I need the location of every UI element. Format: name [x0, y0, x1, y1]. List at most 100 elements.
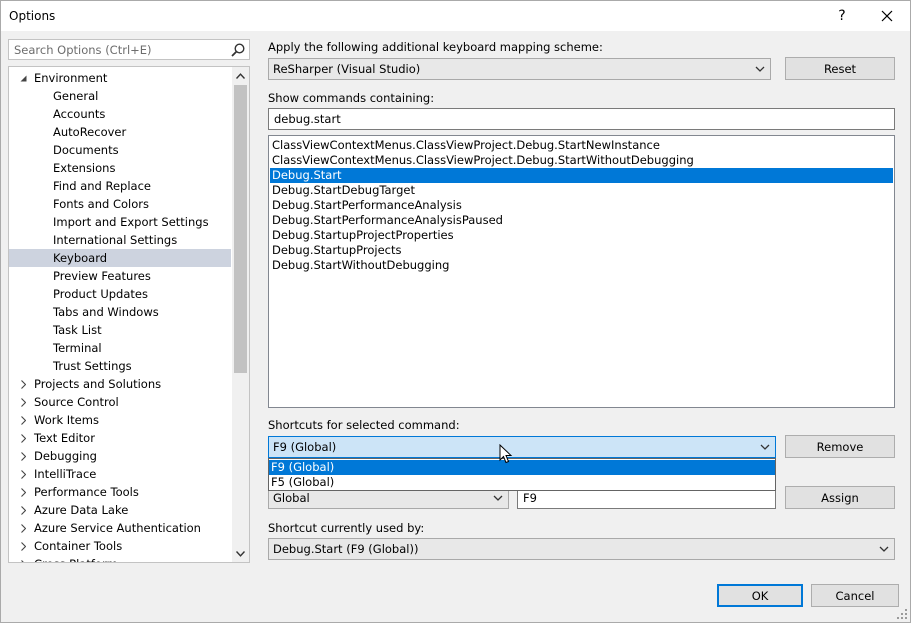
tree-item[interactable]: International Settings	[9, 231, 231, 249]
options-tree[interactable]: Environment General Accounts AutoRecover Doc…	[8, 66, 250, 563]
chevron-down-icon	[493, 495, 503, 501]
command-list-item[interactable]: ClassViewContextMenus.ClassViewProject.D…	[270, 153, 893, 168]
tree-item[interactable]: Cross Platform	[9, 555, 231, 562]
title-bar[interactable]: Options ?	[1, 1, 910, 31]
tree-item-label: Find and Replace	[53, 179, 151, 193]
resize-grip-icon[interactable]	[896, 608, 908, 620]
shortcuts-select[interactable]: F9 (Global)	[268, 436, 776, 458]
chevron-down-icon	[755, 66, 765, 72]
tree-item[interactable]: Documents	[9, 141, 231, 159]
tree-item[interactable]: IntelliTrace	[9, 465, 231, 483]
tree-item[interactable]: Azure Data Lake	[9, 501, 231, 519]
chevron-up-icon	[236, 72, 245, 79]
scroll-thumb[interactable]	[234, 85, 247, 373]
caret-right-icon[interactable]	[18, 537, 28, 555]
tree-item-label: Azure Data Lake	[34, 503, 129, 517]
window-title: Options	[9, 9, 56, 23]
caret-right-icon[interactable]	[18, 429, 28, 447]
tree-item-label: Text Editor	[34, 431, 95, 445]
tree-item[interactable]: Terminal	[9, 339, 231, 357]
command-filter-input[interactable]: debug.start	[268, 108, 895, 130]
command-list-item[interactable]: Debug.Start	[270, 168, 893, 183]
tree-item[interactable]: Product Updates	[9, 285, 231, 303]
caret-down-icon[interactable]	[18, 69, 28, 87]
shortcut-option[interactable]: F9 (Global)	[269, 460, 775, 475]
command-list-item[interactable]: ClassViewContextMenus.ClassViewProject.D…	[270, 138, 893, 153]
command-list-item[interactable]: Debug.StartDebugTarget	[270, 183, 893, 198]
command-filter-value: debug.start	[274, 112, 341, 126]
tree-item[interactable]: Preview Features	[9, 267, 231, 285]
command-list-item[interactable]: Debug.StartWithoutDebugging	[270, 258, 893, 273]
tree-item-label: Keyboard	[53, 251, 108, 265]
tree-item[interactable]: Container Tools	[9, 537, 231, 555]
shortcuts-dropdown-list[interactable]: F9 (Global) F5 (Global)	[268, 458, 776, 491]
command-list-item[interactable]: Debug.StartupProjectProperties	[270, 228, 893, 243]
tree-item-label: Import and Export Settings	[53, 215, 209, 229]
caret-right-icon[interactable]	[18, 465, 28, 483]
tree-item-label: Cross Platform	[34, 555, 118, 562]
tree-item[interactable]: Work Items	[9, 411, 231, 429]
tree-item[interactable]: Azure Service Authentication	[9, 519, 231, 537]
search-icon[interactable]	[230, 42, 246, 58]
tree-item[interactable]: Performance Tools	[9, 483, 231, 501]
chevron-down-icon	[879, 546, 889, 552]
caret-right-icon[interactable]	[18, 393, 28, 411]
shortcut-option[interactable]: F5 (Global)	[269, 475, 775, 490]
close-button[interactable]	[871, 1, 903, 31]
cancel-button[interactable]: Cancel	[811, 584, 899, 607]
scroll-down-button[interactable]	[232, 545, 249, 562]
ok-button[interactable]: OK	[717, 584, 803, 607]
caret-right-icon[interactable]	[18, 411, 28, 429]
tree-item-label: Terminal	[53, 341, 102, 355]
remove-button[interactable]: Remove	[785, 435, 895, 458]
tree-item[interactable]: Text Editor	[9, 429, 231, 447]
tree-item[interactable]: Source Control	[9, 393, 231, 411]
tree-item[interactable]: Tabs and Windows	[9, 303, 231, 321]
command-list[interactable]: ClassViewContextMenus.ClassViewProject.D…	[268, 135, 895, 408]
chevron-down-icon	[760, 444, 770, 450]
tree-item[interactable]: Extensions	[9, 159, 231, 177]
tree-item-label: Performance Tools	[34, 485, 139, 499]
tree-item[interactable]: Debugging	[9, 447, 231, 465]
tree-item[interactable]: Fonts and Colors	[9, 195, 231, 213]
tree-item-label: Accounts	[53, 107, 106, 121]
tree-item[interactable]: Environment	[9, 69, 231, 87]
tree-item-label: General	[53, 89, 99, 103]
tree-item-label: Projects and Solutions	[34, 377, 162, 391]
shortcuts-label: Shortcuts for selected command:	[268, 418, 460, 432]
search-placeholder: Search Options (Ctrl+E)	[14, 43, 152, 57]
tree-item-label: Extensions	[53, 161, 116, 175]
tree-item[interactable]: AutoRecover	[9, 123, 231, 141]
command-list-item[interactable]: Debug.StartupProjects	[270, 243, 893, 258]
chevron-down-icon	[236, 550, 245, 557]
assign-button[interactable]: Assign	[785, 486, 895, 509]
search-options-input[interactable]: Search Options (Ctrl+E)	[8, 39, 250, 60]
tree-item-label: Azure Service Authentication	[34, 521, 201, 535]
used-by-select[interactable]: Debug.Start (F9 (Global))	[268, 538, 895, 560]
caret-right-icon[interactable]	[18, 555, 28, 562]
tree-item-label: Product Updates	[53, 287, 148, 301]
tree-item[interactable]: Projects and Solutions	[9, 375, 231, 393]
tree-scrollbar[interactable]	[232, 67, 249, 562]
tree-item[interactable]: Import and Export Settings	[9, 213, 231, 231]
tree-item[interactable]: Task List	[9, 321, 231, 339]
caret-right-icon[interactable]	[18, 483, 28, 501]
tree-item[interactable]: Accounts	[9, 105, 231, 123]
tree-item-label: Source Control	[34, 395, 119, 409]
caret-right-icon[interactable]	[18, 501, 28, 519]
tree-item[interactable]: Keyboard	[9, 249, 231, 267]
mapping-scheme-select[interactable]: ReSharper (Visual Studio)	[268, 58, 771, 80]
reset-button[interactable]: Reset	[785, 57, 895, 80]
tree-item-label: Task List	[53, 323, 102, 337]
tree-item[interactable]: General	[9, 87, 231, 105]
help-button[interactable]: ?	[827, 1, 857, 31]
tree-item[interactable]: Find and Replace	[9, 177, 231, 195]
caret-right-icon[interactable]	[18, 519, 28, 537]
command-list-item[interactable]: Debug.StartPerformanceAnalysisPaused	[270, 213, 893, 228]
scroll-up-button[interactable]	[232, 67, 249, 84]
command-list-item[interactable]: Debug.StartPerformanceAnalysis	[270, 198, 893, 213]
caret-right-icon[interactable]	[18, 375, 28, 393]
tree-item-label: Trust Settings	[53, 359, 132, 373]
caret-right-icon[interactable]	[18, 447, 28, 465]
tree-item[interactable]: Trust Settings	[9, 357, 231, 375]
